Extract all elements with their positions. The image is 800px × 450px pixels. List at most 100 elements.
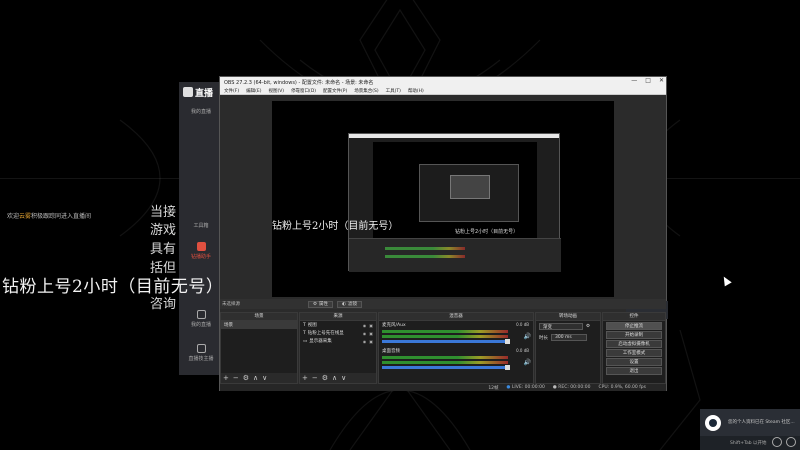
sidebar-item-live-room[interactable]: 我的直播 [179, 310, 223, 328]
menu-help[interactable]: 帮助(H) [408, 88, 424, 94]
remove-icon[interactable]: − [233, 374, 239, 382]
bg-text-line: 游戏 [150, 223, 177, 238]
filters-button[interactable]: ◐ 滤镜 [337, 300, 362, 308]
remove-icon[interactable]: − [312, 374, 318, 382]
menu-profile[interactable]: 配置文件(P) [323, 88, 347, 94]
virtual-camera-button[interactable]: 启动虚拟摄像机 [606, 340, 662, 348]
slider-knob[interactable] [505, 365, 510, 370]
nested-title-bar [349, 134, 559, 138]
sidebar-item-streamer[interactable]: 直播技主播 [179, 344, 223, 362]
source-item-label: 钻粉上号先在线显 [307, 331, 344, 336]
scene-item[interactable]: 场景 [221, 321, 297, 329]
sidebar-item-my-live[interactable]: 我的直播 [179, 108, 223, 115]
source-item[interactable]: T 钻粉上号先在线显 ◉ ▣ [300, 329, 376, 337]
maximize-button[interactable]: □ [645, 77, 651, 84]
menu-edit[interactable]: 编辑(E) [246, 88, 261, 94]
live-timer: LIVE: 00:00:00 [511, 385, 545, 390]
cpu-usage: CPU: 0.9%, 60.00 fps [598, 385, 647, 390]
sidebar-item-toolbox[interactable]: 工具箱 [179, 222, 223, 229]
stop-streaming-button[interactable]: 停止推流 [606, 322, 662, 330]
window-title: OBS 27.2.3 (64-bit, windows) - 配置文件: 未命名… [224, 79, 374, 86]
minimize-button[interactable]: — [631, 77, 637, 84]
mic-icon[interactable] [772, 437, 782, 447]
menu-docks[interactable]: 停靠窗口(D) [291, 88, 316, 94]
text-source-icon: T [303, 330, 306, 336]
preview-overlay-text: 钻粉上号2小时（目前无号） [272, 221, 399, 232]
source-toolbar: 未选择源 ⚙ 属性 ◐ 滤镜 [220, 299, 666, 309]
gear-icon[interactable]: ⚙ [243, 374, 249, 382]
channel-name: 桌面音频 [382, 349, 400, 354]
exit-button[interactable]: 退出 [606, 367, 662, 375]
sidebar-item-label: 直播技主播 [188, 356, 214, 362]
assistant-icon [196, 242, 206, 251]
lock-icon[interactable]: ▣ [369, 339, 373, 344]
studio-mode-button[interactable]: 工作室模式 [606, 349, 662, 357]
record-icon: ● [552, 385, 557, 390]
audio-meter [382, 356, 508, 359]
chevron-down-icon[interactable]: ∨ [262, 374, 267, 382]
source-item-label: 视图 [307, 323, 317, 328]
add-icon[interactable]: + [223, 374, 229, 382]
transition-duration-row: 时长 300 ms [536, 332, 600, 343]
transition-type-row: 渐变 ⚙ [536, 321, 600, 332]
steam-overlay-bar: Shift+Tab 以开始 [700, 436, 800, 450]
sources-dock-title: 来源 [300, 313, 376, 321]
menu-tools[interactable]: 工具(T) [386, 88, 401, 94]
eye-icon[interactable]: ◉ [363, 323, 367, 328]
gear-icon: ⚙ [313, 301, 318, 307]
steam-notice-text: 您的个人资料已在 Steam 社区... [728, 420, 795, 425]
properties-button[interactable]: ⚙ 属性 [308, 300, 334, 308]
sidebar-item-assistant[interactable]: 钻播助手 [179, 242, 223, 260]
volume-slider[interactable] [382, 339, 510, 344]
audio-meter [382, 330, 508, 333]
source-item[interactable]: T 视图 ◉ ▣ [300, 321, 376, 329]
duration-input[interactable]: 300 ms [551, 334, 587, 341]
channel-name: 麦克风/Aux [382, 323, 406, 328]
speaker-icon[interactable]: 🔊 [524, 333, 531, 340]
rec-timer: REC: 00:00:00 [558, 385, 591, 390]
volume-slider[interactable] [382, 365, 510, 370]
dropped-frames: 12帧 [488, 385, 499, 391]
camera-icon [196, 344, 206, 353]
mixer-channel-desktop: 桌面音频 0.0 dB 🔊 [379, 347, 533, 373]
menu-file[interactable]: 文件(F) [224, 88, 239, 94]
add-icon[interactable]: + [302, 374, 308, 382]
nested-obs-capture: 钻粉上号2小时（目前无号） [348, 133, 561, 272]
nested-overlay-text: 钻粉上号2小时（目前无号） [455, 229, 519, 235]
menu-scene-collection[interactable]: 场景集合(S) [354, 88, 378, 94]
close-button[interactable]: ✕ [659, 77, 664, 84]
live-app-sidebar: 直播 我的直播 工具箱 钻播助手 我的直播 直播技主播 [179, 82, 223, 375]
chevron-down-icon[interactable]: ∨ [341, 374, 346, 382]
start-recording-button[interactable]: 开始录制 [606, 331, 662, 339]
sidebar-item-label: 我的直播 [190, 322, 211, 328]
room-icon [196, 310, 206, 319]
source-item[interactable]: ▭ 显示器采集 ◉ ▣ [300, 337, 376, 345]
steam-hint: Shift+Tab 以开始 [730, 441, 767, 446]
transition-select[interactable]: 渐变 [539, 323, 583, 330]
eye-icon[interactable]: ◉ [363, 339, 367, 344]
controls-dock: 控件 停止推流 开始录制 启动虚拟摄像机 工作室模式 设置 退出 [602, 312, 666, 384]
controls-dock-title: 控件 [603, 313, 665, 321]
speaker-icon[interactable]: 🔊 [524, 359, 531, 366]
settings-ring-icon[interactable] [786, 437, 796, 447]
nested-meter [385, 247, 465, 250]
gear-icon[interactable]: ⚙ [322, 374, 328, 382]
channel-db: 0.0 dB [516, 322, 529, 327]
transitions-dock-title: 转场动画 [536, 313, 600, 321]
chevron-up-icon[interactable]: ∧ [332, 374, 337, 382]
text-source-icon: T [303, 322, 306, 328]
lock-icon[interactable]: ▣ [369, 331, 373, 336]
gear-icon[interactable]: ⚙ [586, 324, 590, 329]
status-bar: 12帧 ● LIVE: 00:00:00 ● REC: 00:00:00 CPU… [220, 384, 666, 391]
chevron-up-icon[interactable]: ∧ [253, 374, 258, 382]
no-source-label: 未选择源 [222, 302, 240, 307]
slider-knob[interactable] [505, 339, 510, 344]
sidebar-item-label: 我的直播 [190, 109, 211, 115]
preview-canvas[interactable]: 钻粉上号2小时（目前无号） 钻粉上号2小时（目前无号） [272, 101, 668, 319]
eye-icon[interactable]: ◉ [363, 331, 367, 336]
lock-icon[interactable]: ▣ [369, 323, 373, 328]
monitor-icon: ▭ [303, 338, 308, 344]
menu-view[interactable]: 视图(V) [268, 88, 284, 94]
settings-button[interactable]: 设置 [606, 358, 662, 366]
mixer-channel-mic: 麦克风/Aux 0.0 dB 🔊 [379, 321, 533, 347]
